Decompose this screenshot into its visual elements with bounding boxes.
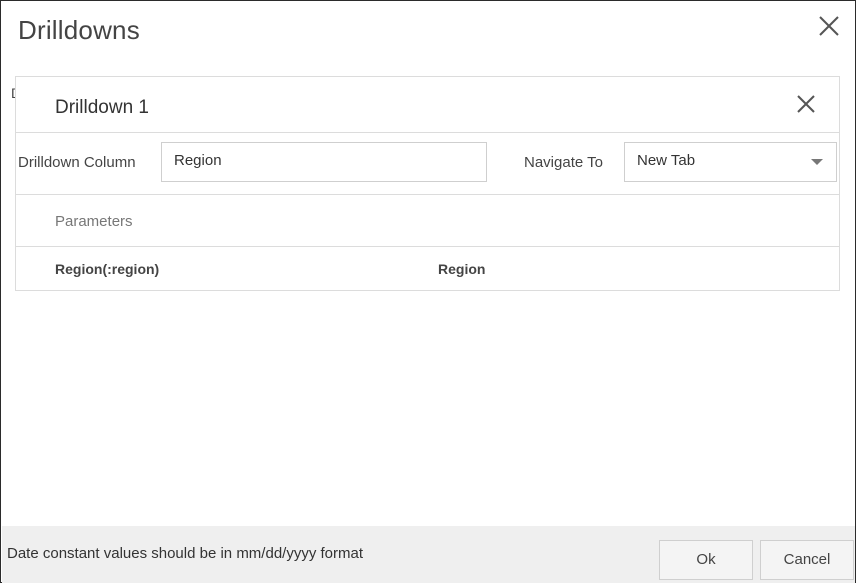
parameters-title: Parameters xyxy=(55,213,133,230)
ok-button[interactable]: Ok xyxy=(659,540,753,580)
drilldown-column-label: Drilldown Column xyxy=(18,154,136,171)
dialog-title: Drilldowns xyxy=(18,15,140,45)
drilldown-column-input[interactable]: Region xyxy=(161,142,487,182)
parameter-value: Region xyxy=(438,261,486,277)
drilldown-title: Drilldown 1 xyxy=(55,97,149,118)
parameters-header: Parameters xyxy=(16,195,839,247)
dialog-footer: Date constant values should be in mm/dd/… xyxy=(2,526,855,583)
cancel-button[interactable]: Cancel xyxy=(760,540,854,580)
drilldowns-dialog: Drilldowns D Drilldown 1 Drilldown Colum… xyxy=(0,0,856,583)
drilldown-panel-header: Drilldown 1 xyxy=(16,77,839,133)
dialog-close-icon[interactable] xyxy=(817,14,841,38)
drilldown-close-icon[interactable] xyxy=(795,93,817,115)
drilldown-form-row: Drilldown Column Region Navigate To New … xyxy=(16,133,839,195)
parameter-name: Region(:region) xyxy=(55,261,160,277)
navigate-to-select[interactable]: New Tab xyxy=(624,142,837,182)
chevron-down-icon xyxy=(811,159,823,165)
date-format-note: Date constant values should be in mm/dd/… xyxy=(7,545,364,562)
navigate-to-label: Navigate To xyxy=(524,154,603,171)
navigate-to-value: New Tab xyxy=(637,152,696,169)
parameter-row: Region(:region) Region xyxy=(16,247,839,291)
drilldown-panel: Drilldown 1 Drilldown Column Region Navi… xyxy=(15,76,840,291)
